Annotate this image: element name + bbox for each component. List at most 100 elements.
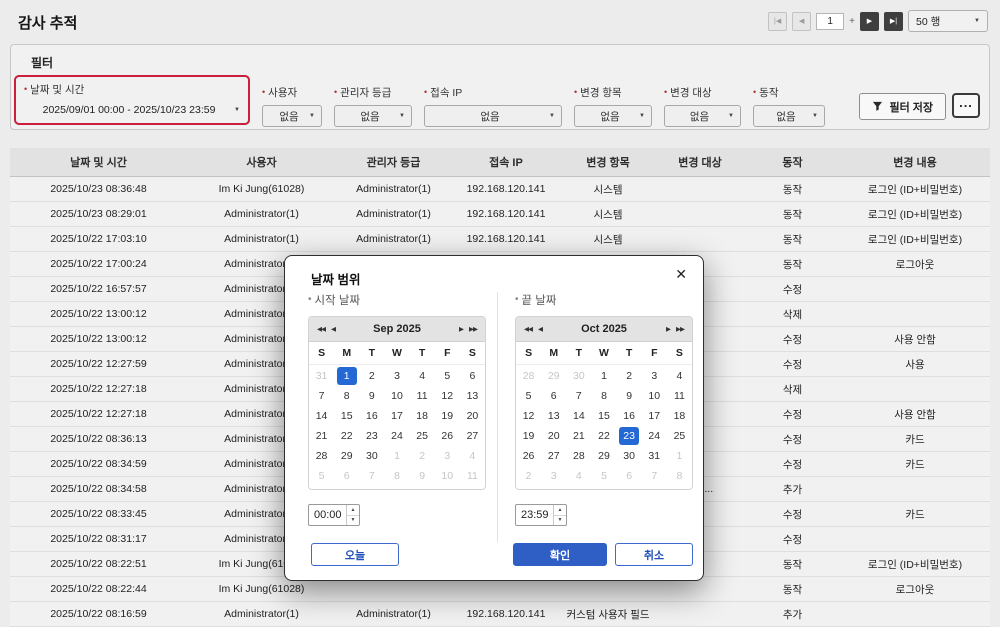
calendar-day[interactable]: 6: [617, 466, 642, 486]
table-row[interactable]: 2025/10/22 17:03:10Administrator(1)Admin…: [10, 227, 990, 252]
end-time-input[interactable]: 23:59 ▲ ▼: [515, 504, 567, 526]
calendar-day[interactable]: 31: [642, 446, 667, 466]
calendar-day-selected[interactable]: 1: [337, 367, 357, 385]
start-time-input[interactable]: 00:00 ▲ ▼: [308, 504, 360, 526]
calendar-day[interactable]: 8: [334, 386, 359, 406]
calendar-day[interactable]: 17: [384, 406, 409, 426]
spin-down-icon[interactable]: ▼: [347, 516, 359, 526]
calendar-day[interactable]: 23: [359, 426, 384, 446]
calendar-day[interactable]: 19: [516, 426, 541, 446]
calendar-day[interactable]: 22: [334, 426, 359, 446]
calendar-day[interactable]: 8: [384, 466, 409, 486]
calendar-day[interactable]: 8: [591, 386, 616, 406]
calendar-day[interactable]: 2: [410, 446, 435, 466]
calendar-day[interactable]: 4: [410, 366, 435, 386]
calendar-day[interactable]: 22: [591, 426, 616, 446]
filter-admin-grade-select[interactable]: 없음 ▼: [334, 105, 412, 127]
calendar-day[interactable]: 10: [435, 466, 460, 486]
calendar-day[interactable]: 25: [667, 426, 692, 446]
calendar-day[interactable]: 28: [516, 366, 541, 386]
next-month-button[interactable]: ▶: [663, 325, 673, 333]
calendar-day[interactable]: 15: [591, 406, 616, 426]
calendar-day[interactable]: 18: [410, 406, 435, 426]
next-year-button[interactable]: ▶▶: [673, 325, 687, 333]
calendar-day[interactable]: 28: [566, 446, 591, 466]
next-year-button[interactable]: ▶▶: [466, 325, 480, 333]
calendar-day[interactable]: 2: [359, 366, 384, 386]
calendar-day[interactable]: 6: [334, 466, 359, 486]
calendar-day[interactable]: 7: [566, 386, 591, 406]
calendar-day[interactable]: 20: [541, 426, 566, 446]
calendar-day[interactable]: 7: [642, 466, 667, 486]
calendar-day[interactable]: 24: [642, 426, 667, 446]
calendar-day[interactable]: 3: [541, 466, 566, 486]
calendar-day[interactable]: 5: [309, 466, 334, 486]
table-row[interactable]: 2025/10/22 08:16:59Administrator(1)Admin…: [10, 602, 990, 627]
calendar-day[interactable]: 13: [460, 386, 485, 406]
calendar-day[interactable]: 28: [309, 446, 334, 466]
filter-access-ip-select[interactable]: 없음 ▼: [424, 105, 562, 127]
calendar-day[interactable]: 27: [460, 426, 485, 446]
calendar-day[interactable]: 5: [435, 366, 460, 386]
filter-change-target-select[interactable]: 없음 ▼: [664, 105, 741, 127]
calendar-day[interactable]: 10: [384, 386, 409, 406]
prev-page-button[interactable]: ◀: [792, 12, 811, 31]
calendar-day[interactable]: 30: [617, 446, 642, 466]
calendar-day[interactable]: 5: [516, 386, 541, 406]
calendar-day[interactable]: 1: [591, 366, 616, 386]
calendar-day[interactable]: 5: [591, 466, 616, 486]
calendar-day[interactable]: 31: [309, 366, 334, 386]
next-page-button[interactable]: ▶: [860, 12, 879, 31]
calendar-day[interactable]: 10: [642, 386, 667, 406]
calendar-day[interactable]: 3: [642, 366, 667, 386]
calendar-day[interactable]: 2: [516, 466, 541, 486]
calendar-day[interactable]: 26: [516, 446, 541, 466]
calendar-day[interactable]: 4: [667, 366, 692, 386]
calendar-day[interactable]: 24: [384, 426, 409, 446]
calendar-day[interactable]: 11: [667, 386, 692, 406]
filter-change-item-select[interactable]: 없음 ▼: [574, 105, 652, 127]
calendar-day[interactable]: 12: [516, 406, 541, 426]
calendar-day[interactable]: 27: [541, 446, 566, 466]
calendar-day[interactable]: 14: [566, 406, 591, 426]
spin-up-icon[interactable]: ▲: [347, 505, 359, 516]
calendar-day[interactable]: 9: [410, 466, 435, 486]
calendar-day[interactable]: 16: [359, 406, 384, 426]
calendar-day[interactable]: 16: [617, 406, 642, 426]
calendar-day[interactable]: 7: [359, 466, 384, 486]
calendar-day[interactable]: 21: [309, 426, 334, 446]
confirm-button[interactable]: 확인: [513, 543, 607, 566]
calendar-day[interactable]: 19: [435, 406, 460, 426]
calendar-day[interactable]: 1: [384, 446, 409, 466]
table-row[interactable]: 2025/10/23 08:36:48Im Ki Jung(61028)Admi…: [10, 177, 990, 202]
table-row[interactable]: 2025/10/23 08:29:01Administrator(1)Admin…: [10, 202, 990, 227]
calendar-day[interactable]: 25: [410, 426, 435, 446]
filter-action-select[interactable]: 없음 ▼: [753, 105, 825, 127]
calendar-day[interactable]: 6: [460, 366, 485, 386]
calendar-day[interactable]: 11: [460, 466, 485, 486]
calendar-day[interactable]: 14: [309, 406, 334, 426]
calendar-day[interactable]: 2: [617, 366, 642, 386]
calendar-day[interactable]: 29: [591, 446, 616, 466]
calendar-day[interactable]: 12: [435, 386, 460, 406]
calendar-day[interactable]: 18: [667, 406, 692, 426]
date-range-select[interactable]: 2025/09/01 00:00 - 2025/10/23 23:59 ▼: [24, 104, 240, 116]
calendar-day[interactable]: 29: [334, 446, 359, 466]
cancel-button[interactable]: 취소: [615, 543, 693, 566]
prev-month-button[interactable]: ◀: [535, 325, 545, 333]
calendar-day[interactable]: 15: [334, 406, 359, 426]
last-page-button[interactable]: ▶|: [884, 12, 903, 31]
calendar-day[interactable]: 3: [435, 446, 460, 466]
close-icon[interactable]: ✕: [675, 266, 687, 283]
calendar-day[interactable]: 21: [566, 426, 591, 446]
rows-per-page-select[interactable]: 50 행 ▼: [908, 10, 988, 32]
calendar-day[interactable]: 17: [642, 406, 667, 426]
calendar-day[interactable]: 8: [667, 466, 692, 486]
more-options-button[interactable]: ...: [952, 93, 980, 118]
calendar-day[interactable]: 13: [541, 406, 566, 426]
page-number-input[interactable]: [816, 13, 844, 30]
calendar-day[interactable]: 4: [566, 466, 591, 486]
today-button[interactable]: 오늘: [311, 543, 399, 566]
calendar-day[interactable]: 30: [359, 446, 384, 466]
calendar-day[interactable]: 20: [460, 406, 485, 426]
